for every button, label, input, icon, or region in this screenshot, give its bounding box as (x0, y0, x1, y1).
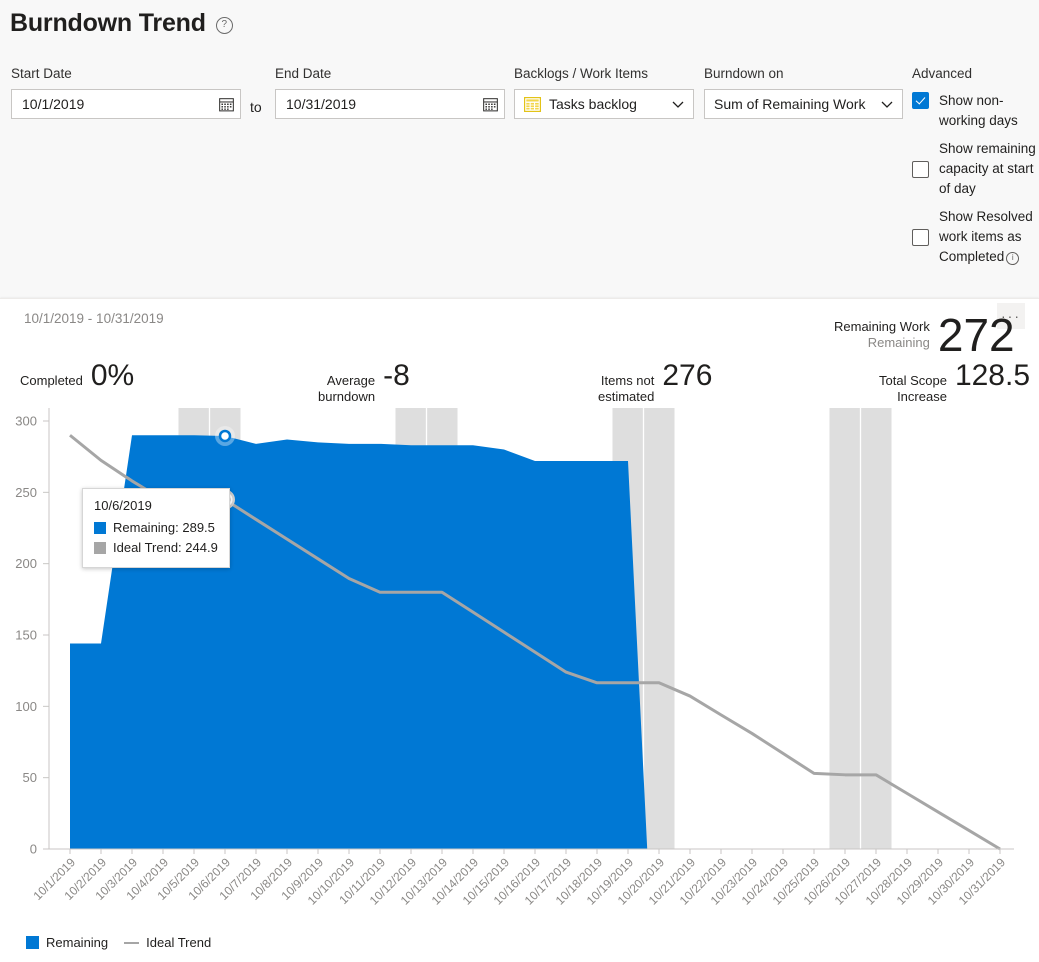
burndown-chart-card: 10/1/2019 - 10/31/2019 ··· Completed 0% … (0, 298, 1039, 962)
checkbox-label: Show Resolved work items as Completedi (939, 207, 1039, 267)
kpi-remaining-work: Remaining WorkRemaining 272 (834, 313, 1015, 357)
chart-plot-area: 05010015020025030010/1/201910/2/201910/3… (0, 399, 1039, 962)
filter-toolbar: Start Date to End Date (0, 58, 1039, 288)
tooltip-date: 10/6/2019 (94, 496, 218, 516)
end-date-field-group: End Date (275, 65, 505, 119)
chart-legend: Remaining Ideal Trend (26, 935, 211, 950)
kpi-items-not-estimated-value: 276 (662, 361, 712, 391)
burndown-on-field-group: Burndown on Sum of Remaining Work (704, 65, 903, 119)
chart-date-range: 10/1/2019 - 10/31/2019 (24, 311, 164, 326)
backlog-grid-icon (524, 97, 541, 112)
y-axis-tick-label: 100 (15, 699, 37, 714)
calendar-icon[interactable] (219, 97, 234, 112)
page-header: Burndown Trend ? (10, 6, 233, 40)
y-axis-tick-label: 300 (15, 414, 37, 429)
checkbox-label: Show remaining capacity at start of day (939, 139, 1039, 199)
date-range-to-label: to (250, 99, 262, 115)
burndown-on-label: Burndown on (704, 65, 903, 83)
tooltip-row-remaining: Remaining: 289.5 (94, 518, 218, 538)
tooltip-row-ideal-trend: Ideal Trend: 244.9 (94, 538, 218, 558)
y-axis-tick-label: 250 (15, 485, 37, 500)
info-circle-icon[interactable]: i (1006, 252, 1019, 265)
chart-tooltip: 10/6/2019 Remaining: 289.5 Ideal Trend: … (82, 488, 230, 568)
help-icon[interactable]: ? (216, 17, 233, 34)
kpi-remaining-work-sublabel: Remaining (834, 335, 930, 351)
legend-label-ideal-trend: Ideal Trend (146, 935, 211, 950)
backlog-selected-value: Tasks backlog (549, 96, 663, 112)
y-axis-tick-label: 150 (15, 628, 37, 643)
burndown-on-selected-value: Sum of Remaining Work (714, 96, 872, 112)
calendar-icon[interactable] (483, 97, 498, 112)
burndown-on-dropdown[interactable]: Sum of Remaining Work (704, 89, 903, 119)
chevron-down-icon[interactable] (671, 97, 685, 111)
legend-swatch-ideal-trend (124, 942, 139, 944)
kpi-remaining-work-label: Remaining WorkRemaining (834, 319, 930, 351)
legend-label-remaining: Remaining (46, 935, 108, 950)
tooltip-text-ideal-trend: Ideal Trend: 244.9 (113, 538, 218, 558)
checkbox-box[interactable] (912, 229, 929, 246)
kpi-remaining-work-value: 272 (938, 313, 1015, 357)
chevron-down-icon[interactable] (880, 97, 894, 111)
y-axis-tick-label: 200 (15, 556, 37, 571)
legend-item-remaining[interactable]: Remaining (26, 935, 108, 950)
y-axis-tick-label: 50 (23, 770, 37, 785)
checkbox-label: Show non-working days (939, 91, 1039, 131)
y-axis-tick-label: 0 (30, 842, 37, 857)
kpi-completed: Completed 0% (20, 361, 134, 391)
legend-swatch-remaining (26, 936, 39, 949)
burndown-area-chart[interactable]: 05010015020025030010/1/201910/2/201910/3… (0, 399, 1039, 962)
backlog-field-group: Backlogs / Work Items Tasks backlog (514, 65, 694, 119)
kpi-completed-value: 0% (91, 361, 134, 391)
tooltip-text-remaining: Remaining: 289.5 (113, 518, 215, 538)
kpi-total-scope-increase-value: 128.5 (955, 361, 1030, 391)
advanced-options-group: Advanced Show non-working days Show rema… (912, 65, 1039, 275)
legend-item-ideal-trend[interactable]: Ideal Trend (124, 935, 211, 950)
end-date-label: End Date (275, 65, 505, 83)
kpi-average-burndown-value: -8 (383, 361, 410, 391)
highlight-point-remaining (220, 431, 230, 441)
backlog-dropdown[interactable]: Tasks backlog (514, 89, 694, 119)
backlog-label: Backlogs / Work Items (514, 65, 694, 83)
checkbox-box[interactable] (912, 92, 929, 109)
checkbox-show-remaining-capacity[interactable]: Show remaining capacity at start of day (912, 139, 1039, 199)
tooltip-swatch-remaining (94, 522, 106, 534)
tooltip-swatch-ideal-trend (94, 542, 106, 554)
end-date-input-wrapper[interactable] (275, 89, 505, 119)
checkbox-box[interactable] (912, 161, 929, 178)
checkbox-show-resolved-as-completed[interactable]: Show Resolved work items as Completedi (912, 207, 1039, 267)
start-date-field-group: Start Date (11, 65, 241, 119)
kpi-completed-label: Completed (20, 373, 83, 389)
end-date-input[interactable] (286, 96, 479, 112)
checkbox-show-non-working-days[interactable]: Show non-working days (912, 91, 1039, 131)
kpi-remaining-work-label-text: Remaining Work (834, 319, 930, 334)
start-date-input[interactable] (22, 96, 215, 112)
start-date-input-wrapper[interactable] (11, 89, 241, 119)
advanced-label: Advanced (912, 65, 1039, 83)
start-date-label: Start Date (11, 65, 241, 83)
page-title: Burndown Trend (10, 6, 206, 40)
